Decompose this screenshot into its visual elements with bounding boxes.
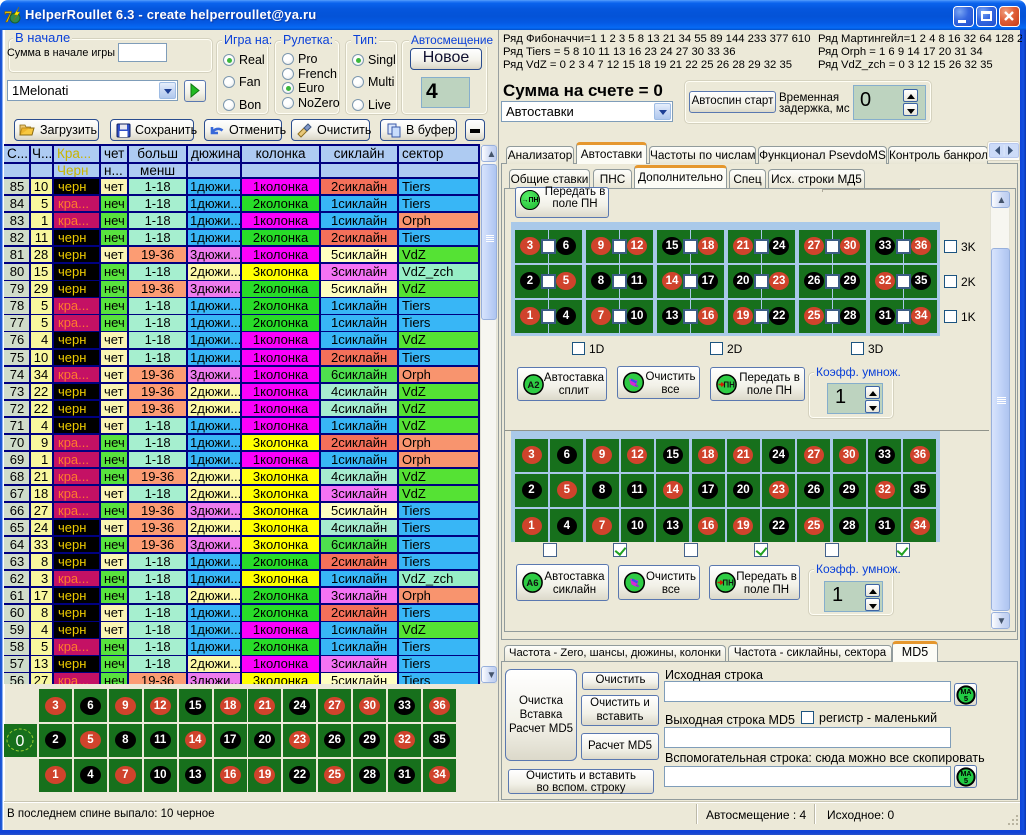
svg-text:A6: A6 [526, 578, 538, 589]
svg-text:5: 5 [964, 694, 968, 703]
svg-text:A2: A2 [527, 380, 539, 391]
svg-text:ПН: ПН [722, 579, 734, 588]
svg-text:5: 5 [964, 776, 968, 785]
svg-text:ПН: ПН [723, 380, 735, 389]
svg-text:0: 0 [16, 733, 25, 750]
